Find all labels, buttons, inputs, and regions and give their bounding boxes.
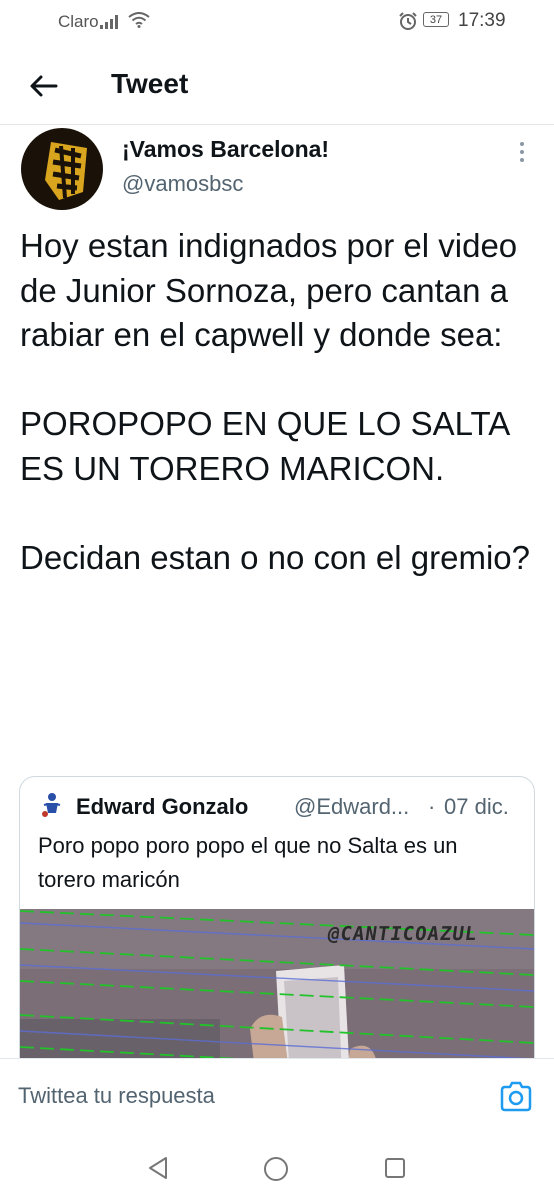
quoted-tweet-card[interactable]: Edward Gonzalo @Edward... · 07 dic. Poro… — [19, 776, 535, 1076]
clock: 17:39 — [458, 10, 506, 31]
author-avatar[interactable] — [21, 128, 103, 210]
quoted-date: 07 dic. — [444, 794, 509, 819]
back-button[interactable] — [22, 66, 66, 106]
app-header: Tweet — [0, 48, 554, 125]
quoted-author-avatar — [38, 791, 66, 819]
nav-back-button[interactable] — [147, 1156, 169, 1185]
camera-button[interactable] — [498, 1079, 534, 1115]
quoted-author-handle: @Edward... — [294, 794, 410, 819]
author-name[interactable]: ¡Vamos Barcelona! — [122, 136, 329, 163]
carrier-label: Claro — [58, 12, 99, 31]
arrow-left-icon — [30, 75, 58, 97]
camera-icon — [500, 1081, 532, 1112]
nav-recents-button[interactable] — [384, 1157, 406, 1184]
reply-bar: Twittea tu respuesta — [0, 1058, 554, 1139]
quoted-video-thumbnail[interactable]: @CANTICOAZUL — [20, 909, 534, 1075]
author-handle[interactable]: @vamosbsc — [122, 171, 243, 197]
status-bar: Claro 37 17:39 — [0, 0, 554, 40]
more-options-icon[interactable] — [510, 138, 534, 166]
circle-home-icon — [264, 1157, 288, 1181]
tweet-text: Hoy estan indignados por el video de Jun… — [20, 227, 530, 576]
reply-input[interactable]: Twittea tu respuesta — [18, 1083, 458, 1109]
quoted-tweet-text: Poro popo poro popo el que no Salta es u… — [38, 833, 458, 892]
page-title: Tweet — [111, 68, 189, 99]
quoted-author-name: Edward Gonzalo — [76, 794, 249, 819]
separator-dot: · — [428, 794, 436, 819]
alarm-icon — [398, 11, 418, 36]
system-nav-bar — [0, 1140, 554, 1200]
wifi-icon — [128, 12, 150, 33]
square-recents-icon — [385, 1158, 405, 1178]
nav-home-button[interactable] — [263, 1156, 289, 1187]
battery-icon: 37 — [423, 12, 449, 27]
triangle-back-icon — [149, 1157, 167, 1179]
signal-icon — [100, 14, 120, 34]
media-watermark: @CANTICOAZUL — [326, 923, 479, 945]
